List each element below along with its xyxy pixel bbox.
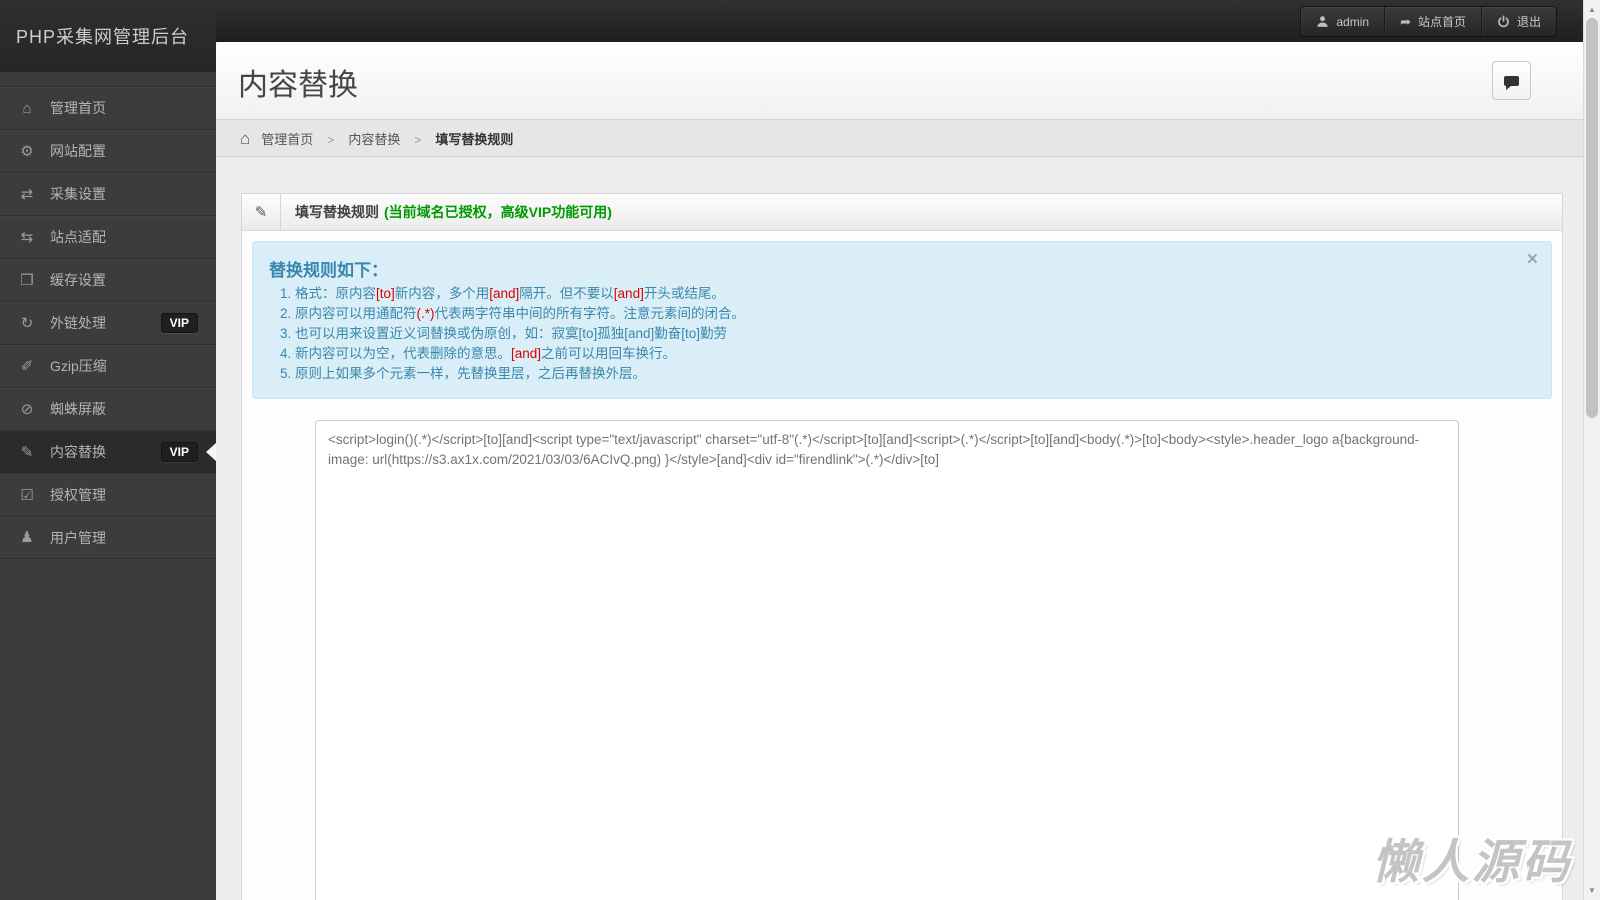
retweet-icon: ⇄ <box>20 185 34 203</box>
scroll-up-arrow-icon[interactable]: ▲ <box>1584 5 1600 14</box>
panel-icon-cell: ✎ <box>242 194 281 230</box>
alert-rules: 格式：原内容[to]新内容，多个用[and]隔开。但不要以[and]开头或结尾。… <box>269 284 1521 384</box>
sidebar-item-授权管理[interactable]: ☑ 授权管理 <box>0 473 216 516</box>
rules-panel: ✎ 填写替换规则 (当前域名已授权，高级VIP功能可用) 替换规则如下： 格式：… <box>241 193 1563 900</box>
sidebar-item-label: 内容替换 <box>50 444 106 460</box>
breadcrumb-item[interactable]: 管理首页 <box>261 132 313 147</box>
home-icon: ⌂ <box>240 128 251 148</box>
share-icon: ➦ <box>1400 14 1411 29</box>
sidebar: PHP采集网管理后台 ⌂ 管理首页 ⚙ 网站配置 ⇄ 采集设置 ⇆ 站点适配 ❒… <box>0 0 216 900</box>
user-icon: ♟ <box>20 529 34 546</box>
sidebar-item-label: 用户管理 <box>50 529 106 546</box>
alert-close-icon[interactable]: × <box>1527 250 1538 269</box>
sidebar-item-label: 缓存设置 <box>50 272 106 288</box>
sidebar-item-缓存设置[interactable]: ❒ 缓存设置 <box>0 258 216 301</box>
sidebar-item-管理首页[interactable]: ⌂ 管理首页 <box>0 86 216 129</box>
vip-badge: VIP <box>160 313 198 333</box>
alert-rule: 新内容可以为空，代表删除的意思。[and]之前可以用回车换行。 <box>295 344 1521 364</box>
page-header: 内容替换 <box>216 42 1583 120</box>
feedback-button[interactable] <box>1492 61 1531 100</box>
vip-badge: VIP <box>160 442 198 462</box>
sidebar-item-采集设置[interactable]: ⇄ 采集设置 <box>0 172 216 215</box>
sidebar-item-外链处理[interactable]: ↻ 外链处理 VIP <box>0 301 216 344</box>
sidebar-item-label: 蜘蛛屏蔽 <box>50 401 106 417</box>
pencil-icon: ✎ <box>20 443 34 461</box>
panel-vip-note: (当前域名已授权，高级VIP功能可用) <box>384 204 612 220</box>
alert-rule: 原则上如果多个元素一样，先替换里层，之后再替换外层。 <box>295 364 1521 384</box>
sidebar-item-内容替换[interactable]: ✎ 内容替换 VIP <box>0 430 216 473</box>
admin-user-label: admin <box>1336 14 1370 29</box>
topbar: admin ➦ 站点首页 退出 <box>216 0 1583 42</box>
sidebar-item-用户管理[interactable]: ♟ 用户管理 <box>0 516 216 559</box>
page-title: 内容替换 <box>238 69 358 102</box>
breadcrumb: ⌂ 管理首页 > 内容替换 > 填写替换规则 <box>216 120 1583 157</box>
rules-textarea[interactable] <box>315 420 1459 900</box>
shuffle-icon: ⇆ <box>20 228 34 246</box>
main-content: 内容替换 ⌂ 管理首页 > 内容替换 > 填写替换规则 ✎ 填写替换规则 (当前域名已授… <box>216 42 1583 900</box>
sidebar-item-Gzip压缩[interactable]: ✐ Gzip压缩 <box>0 344 216 387</box>
sidebar-item-label: 网站配置 <box>50 143 106 159</box>
site-home-label: 站点首页 <box>1417 15 1466 29</box>
folder-icon: ❒ <box>20 271 34 289</box>
sidebar-item-网站配置[interactable]: ⚙ 网站配置 <box>0 129 216 172</box>
vertical-scrollbar[interactable]: ▲ ▼ <box>1583 0 1600 900</box>
panel-title: 填写替换规则 <box>295 204 379 220</box>
topbar-button-group: admin ➦ 站点首页 退出 <box>1300 6 1557 37</box>
pencil-icon: ✎ <box>254 204 268 221</box>
alert-title: 替换规则如下： <box>269 261 388 280</box>
sidebar-item-label: 采集设置 <box>50 186 106 202</box>
gzip-icon: ✐ <box>20 357 34 375</box>
admin-user-button[interactable]: admin <box>1301 7 1384 36</box>
workspace: ✎ 填写替换规则 (当前域名已授权，高级VIP功能可用) 替换规则如下： 格式：… <box>216 157 1583 900</box>
sidebar-item-站点适配[interactable]: ⇆ 站点适配 <box>0 215 216 258</box>
form-area <box>252 420 1552 900</box>
home-icon: ⌂ <box>22 99 32 117</box>
scrollbar-thumb[interactable] <box>1586 18 1598 418</box>
scroll-down-arrow-icon[interactable]: ▼ <box>1584 886 1600 895</box>
alert-rule: 原内容可以用通配符(.*)代表两字符串中间的所有字符。注意元素间的闭合。 <box>295 304 1521 324</box>
panel-header: ✎ 填写替换规则 (当前域名已授权，高级VIP功能可用) <box>242 194 1562 231</box>
breadcrumb-items: 管理首页 > 内容替换 > 填写替换规则 <box>261 129 513 148</box>
refresh-icon: ↻ <box>20 314 34 332</box>
sidebar-menu: ⌂ 管理首页 ⚙ 网站配置 ⇄ 采集设置 ⇆ 站点适配 ❒ 缓存设置 ↻ 外链处… <box>0 86 216 559</box>
panel-body: 替换规则如下： 格式：原内容[to]新内容，多个用[and]隔开。但不要以[an… <box>242 231 1562 900</box>
gear-icon: ⚙ <box>20 142 34 160</box>
alert-rule: 也可以用来设置近义词替换或伪原创，如：寂寞[to]孤独[and]勤奋[to]勤劳 <box>295 324 1521 344</box>
user-icon <box>1317 16 1329 27</box>
sidebar-item-label: 站点适配 <box>50 229 106 245</box>
logout-button[interactable]: 退出 <box>1480 7 1556 36</box>
breadcrumb-separator: > <box>327 132 335 147</box>
site-home-button[interactable]: ➦ 站点首页 <box>1384 7 1481 36</box>
sidebar-item-label: Gzip压缩 <box>50 358 107 374</box>
sidebar-item-蜘蛛屏蔽[interactable]: ⊘ 蜘蛛屏蔽 <box>0 387 216 430</box>
sidebar-item-label: 授权管理 <box>50 487 106 503</box>
sidebar-item-label: 外链处理 <box>50 315 106 331</box>
breadcrumb-item: 填写替换规则 <box>435 131 514 147</box>
sidebar-item-label: 管理首页 <box>50 100 106 116</box>
power-icon <box>1498 15 1509 28</box>
alert-rule: 格式：原内容[to]新内容，多个用[and]隔开。但不要以[and]开头或结尾。 <box>295 284 1521 304</box>
rules-alert: 替换规则如下： 格式：原内容[to]新内容，多个用[and]隔开。但不要以[an… <box>252 241 1552 399</box>
breadcrumb-item[interactable]: 内容替换 <box>348 132 400 147</box>
app-root: PHP采集网管理后台 ⌂ 管理首页 ⚙ 网站配置 ⇄ 采集设置 ⇆ 站点适配 ❒… <box>0 0 1600 900</box>
app-logo: PHP采集网管理后台 <box>0 0 216 72</box>
logout-label: 退出 <box>1516 15 1541 29</box>
spider-block-icon: ⊘ <box>20 400 34 418</box>
breadcrumb-separator: > <box>414 132 422 147</box>
check-square-icon: ☑ <box>20 486 34 504</box>
comment-bubble-icon <box>1504 75 1519 90</box>
